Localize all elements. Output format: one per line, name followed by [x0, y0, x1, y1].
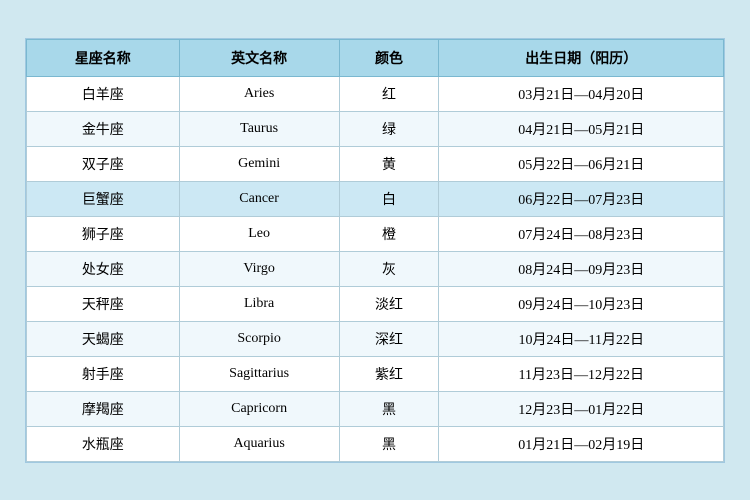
- cell-9-0: 摩羯座: [27, 391, 180, 426]
- cell-8-0: 射手座: [27, 356, 180, 391]
- cell-0-2: 红: [339, 76, 439, 111]
- cell-10-2: 黑: [339, 426, 439, 461]
- cell-3-0: 巨蟹座: [27, 181, 180, 216]
- cell-1-1: Taurus: [179, 111, 339, 146]
- table-row: 摩羯座Capricorn黑12月23日—01月22日: [27, 391, 724, 426]
- zodiac-table: 星座名称 英文名称 颜色 出生日期（阳历） 白羊座Aries红03月21日—04…: [26, 39, 724, 462]
- cell-2-0: 双子座: [27, 146, 180, 181]
- cell-4-0: 狮子座: [27, 216, 180, 251]
- cell-9-1: Capricorn: [179, 391, 339, 426]
- cell-2-2: 黄: [339, 146, 439, 181]
- cell-8-2: 紫红: [339, 356, 439, 391]
- cell-0-0: 白羊座: [27, 76, 180, 111]
- zodiac-table-container: 星座名称 英文名称 颜色 出生日期（阳历） 白羊座Aries红03月21日—04…: [25, 38, 725, 463]
- header-color: 颜色: [339, 39, 439, 76]
- cell-10-3: 01月21日—02月19日: [439, 426, 724, 461]
- table-row: 天蝎座Scorpio深红10月24日—11月22日: [27, 321, 724, 356]
- cell-10-0: 水瓶座: [27, 426, 180, 461]
- cell-9-2: 黑: [339, 391, 439, 426]
- cell-10-1: Aquarius: [179, 426, 339, 461]
- table-row: 金牛座Taurus绿04月21日—05月21日: [27, 111, 724, 146]
- cell-7-1: Scorpio: [179, 321, 339, 356]
- cell-5-2: 灰: [339, 251, 439, 286]
- table-row: 处女座Virgo灰08月24日—09月23日: [27, 251, 724, 286]
- cell-3-3: 06月22日—07月23日: [439, 181, 724, 216]
- cell-1-2: 绿: [339, 111, 439, 146]
- header-english-name: 英文名称: [179, 39, 339, 76]
- cell-6-0: 天秤座: [27, 286, 180, 321]
- cell-2-1: Gemini: [179, 146, 339, 181]
- cell-3-2: 白: [339, 181, 439, 216]
- table-row: 狮子座Leo橙07月24日—08月23日: [27, 216, 724, 251]
- table-body: 白羊座Aries红03月21日—04月20日金牛座Taurus绿04月21日—0…: [27, 76, 724, 461]
- cell-8-3: 11月23日—12月22日: [439, 356, 724, 391]
- cell-5-0: 处女座: [27, 251, 180, 286]
- cell-0-1: Aries: [179, 76, 339, 111]
- cell-8-1: Sagittarius: [179, 356, 339, 391]
- cell-6-2: 淡红: [339, 286, 439, 321]
- header-chinese-name: 星座名称: [27, 39, 180, 76]
- cell-0-3: 03月21日—04月20日: [439, 76, 724, 111]
- table-row: 白羊座Aries红03月21日—04月20日: [27, 76, 724, 111]
- table-row: 双子座Gemini黄05月22日—06月21日: [27, 146, 724, 181]
- cell-2-3: 05月22日—06月21日: [439, 146, 724, 181]
- cell-9-3: 12月23日—01月22日: [439, 391, 724, 426]
- table-row: 巨蟹座Cancer白06月22日—07月23日: [27, 181, 724, 216]
- cell-7-3: 10月24日—11月22日: [439, 321, 724, 356]
- cell-6-1: Libra: [179, 286, 339, 321]
- table-row: 射手座Sagittarius紫红11月23日—12月22日: [27, 356, 724, 391]
- cell-6-3: 09月24日—10月23日: [439, 286, 724, 321]
- table-header-row: 星座名称 英文名称 颜色 出生日期（阳历）: [27, 39, 724, 76]
- table-row: 水瓶座Aquarius黑01月21日—02月19日: [27, 426, 724, 461]
- cell-5-1: Virgo: [179, 251, 339, 286]
- cell-7-0: 天蝎座: [27, 321, 180, 356]
- cell-4-1: Leo: [179, 216, 339, 251]
- cell-1-3: 04月21日—05月21日: [439, 111, 724, 146]
- cell-1-0: 金牛座: [27, 111, 180, 146]
- cell-5-3: 08月24日—09月23日: [439, 251, 724, 286]
- header-dates: 出生日期（阳历）: [439, 39, 724, 76]
- table-row: 天秤座Libra淡红09月24日—10月23日: [27, 286, 724, 321]
- cell-7-2: 深红: [339, 321, 439, 356]
- cell-3-1: Cancer: [179, 181, 339, 216]
- cell-4-3: 07月24日—08月23日: [439, 216, 724, 251]
- cell-4-2: 橙: [339, 216, 439, 251]
